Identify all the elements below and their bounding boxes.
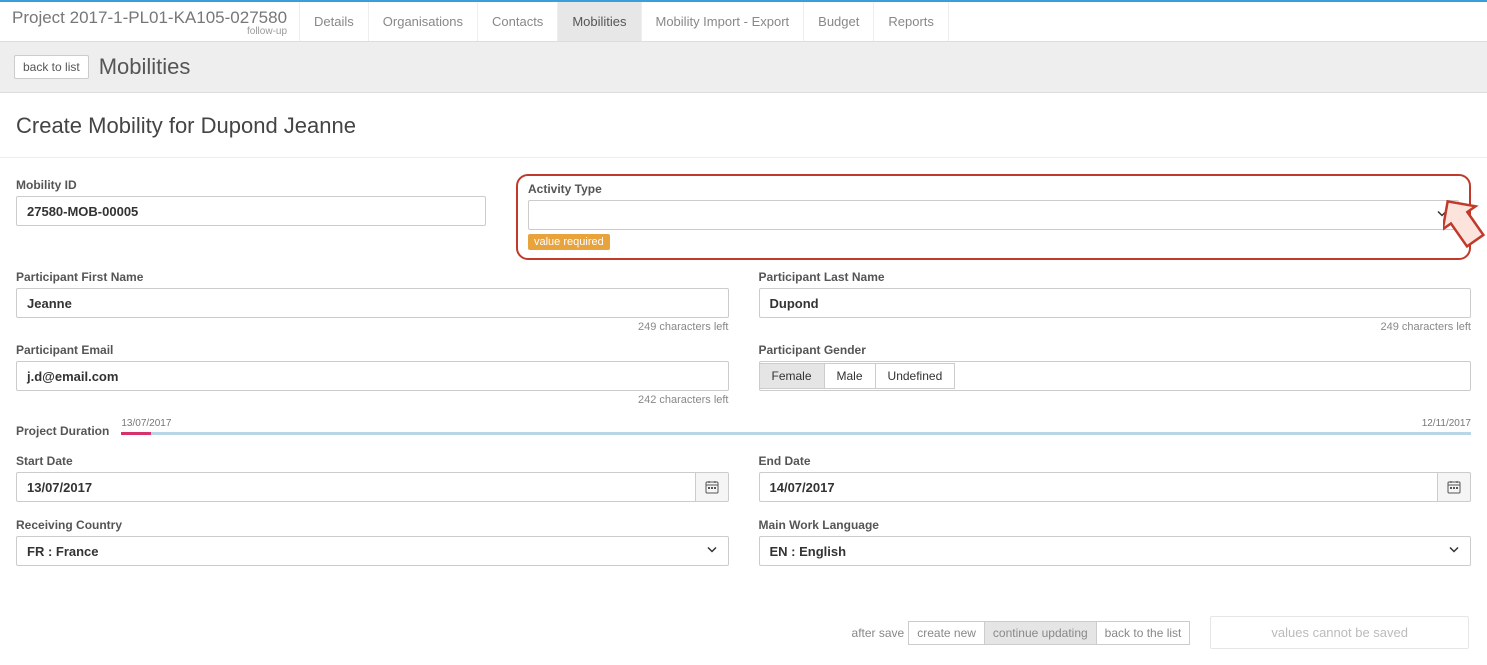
gender-option-female[interactable]: Female [759, 363, 825, 389]
first-name-chars-left: 249 characters left [16, 321, 729, 333]
last-name-value: Dupond [770, 296, 819, 311]
after-save-option-continue-updating[interactable]: continue updating [985, 621, 1097, 645]
form: Mobility ID 27580-MOB-00005 Activity Typ… [0, 158, 1487, 665]
last-name-label: Participant Last Name [759, 270, 1472, 284]
email-label: Participant Email [16, 343, 729, 357]
first-name-input[interactable]: Jeanne [16, 288, 729, 318]
project-duration-track[interactable]: 13/07/2017 12/11/2017 [121, 424, 1471, 438]
chevron-down-icon [706, 544, 718, 559]
duration-bar-bg [121, 432, 1471, 435]
receiving-country-select[interactable]: FR : France [16, 536, 729, 566]
create-mobility-title: Create Mobility for Dupond Jeanne [0, 93, 1487, 158]
gender-field: FemaleMaleUndefined [759, 361, 1472, 391]
after-save-group: after save create newcontinue updatingba… [852, 626, 1191, 640]
duration-end-text: 12/11/2017 [1422, 418, 1471, 429]
save-disabled-button: values cannot be saved [1210, 616, 1469, 649]
start-date-value: 13/07/2017 [27, 480, 92, 495]
tab-contacts[interactable]: Contacts [478, 2, 558, 41]
page-title: Mobilities [99, 54, 191, 80]
last-name-chars-left: 249 characters left [759, 321, 1472, 333]
end-date-value: 14/07/2017 [770, 480, 835, 495]
after-save-option-create-new[interactable]: create new [908, 621, 985, 645]
tab-mobility-import-export[interactable]: Mobility Import - Export [642, 2, 805, 41]
back-to-list-button[interactable]: back to list [14, 55, 89, 79]
email-input[interactable]: j.d@email.com [16, 361, 729, 391]
start-date-input[interactable]: 13/07/2017 [16, 472, 695, 502]
callout-arrow-icon [1443, 194, 1487, 250]
email-value: j.d@email.com [27, 369, 118, 384]
start-date-label: Start Date [16, 454, 729, 468]
calendar-icon [705, 480, 719, 494]
gender-option-undefined[interactable]: Undefined [876, 363, 956, 389]
end-date-picker-button[interactable] [1437, 472, 1471, 502]
mobility-id-value: 27580-MOB-00005 [27, 204, 138, 219]
after-save-option-back-to-the-list[interactable]: back to the list [1097, 621, 1191, 645]
mobility-id-label: Mobility ID [16, 178, 486, 192]
value-required-badge: value required [528, 234, 610, 250]
gender-label: Participant Gender [759, 343, 1472, 357]
project-duration-label: Project Duration [16, 424, 109, 438]
page-header: back to list Mobilities [0, 42, 1487, 93]
last-name-input[interactable]: Dupond [759, 288, 1472, 318]
tab-mobilities[interactable]: Mobilities [558, 2, 641, 41]
email-chars-left: 242 characters left [16, 394, 729, 406]
end-date-input[interactable]: 14/07/2017 [759, 472, 1438, 502]
form-footer: after save create newcontinue updatingba… [16, 616, 1471, 649]
work-language-value: EN : English [770, 544, 847, 559]
duration-bar-fg [121, 432, 151, 435]
tab-budget[interactable]: Budget [804, 2, 874, 41]
calendar-icon [1447, 480, 1461, 494]
project-title: Project 2017-1-PL01-KA105-027580 follow-… [0, 2, 300, 41]
start-date-picker-button[interactable] [695, 472, 729, 502]
chevron-down-icon [1448, 544, 1460, 559]
first-name-value: Jeanne [27, 296, 72, 311]
mobility-id-input[interactable]: 27580-MOB-00005 [16, 196, 486, 226]
project-title-text: Project 2017-1-PL01-KA105-027580 [12, 8, 287, 28]
end-date-label: End Date [759, 454, 1472, 468]
activity-type-label: Activity Type [528, 182, 1459, 196]
tab-details[interactable]: Details [300, 2, 369, 41]
top-nav: Project 2017-1-PL01-KA105-027580 follow-… [0, 0, 1487, 42]
first-name-label: Participant First Name [16, 270, 729, 284]
after-save-label: after save [852, 626, 905, 640]
receiving-country-label: Receiving Country [16, 518, 729, 532]
activity-type-highlight: Activity Type value required [516, 174, 1471, 260]
duration-start-text: 13/07/2017 [121, 418, 171, 429]
gender-option-male[interactable]: Male [825, 363, 876, 389]
work-language-select[interactable]: EN : English [759, 536, 1472, 566]
tab-reports[interactable]: Reports [874, 2, 949, 41]
project-subtitle: follow-up [12, 26, 287, 37]
tab-organisations[interactable]: Organisations [369, 2, 478, 41]
activity-type-select[interactable] [528, 200, 1459, 230]
gender-options: FemaleMaleUndefined [759, 363, 956, 389]
project-duration-row: Project Duration 13/07/2017 12/11/2017 [16, 424, 1471, 438]
work-language-label: Main Work Language [759, 518, 1472, 532]
receiving-country-value: FR : France [27, 544, 99, 559]
tabs: DetailsOrganisationsContactsMobilitiesMo… [300, 2, 949, 41]
